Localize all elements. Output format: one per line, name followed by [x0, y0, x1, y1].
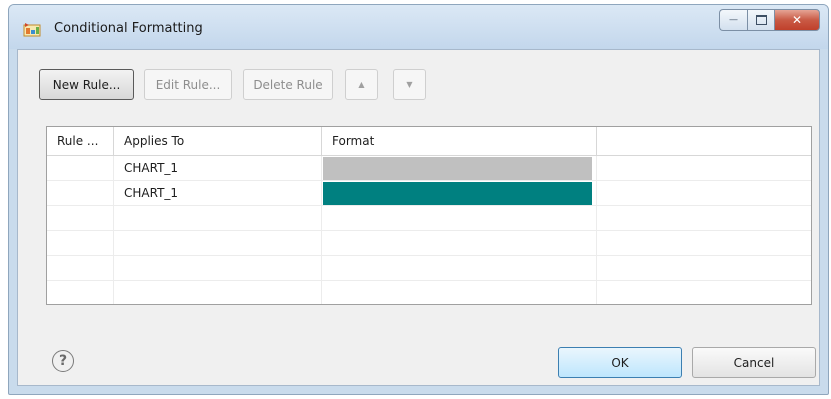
move-up-button[interactable]: ▲: [345, 69, 378, 100]
close-button[interactable]: ✕: [774, 9, 820, 31]
window-controls: — ✕: [719, 9, 820, 31]
empty-row: [47, 281, 811, 304]
ok-button[interactable]: OK: [558, 347, 682, 378]
edit-rule-button[interactable]: Edit Rule...: [144, 69, 232, 100]
empty-cell: [597, 156, 811, 180]
applies-to-cell: CHART_1: [114, 181, 322, 205]
format-cell: [322, 156, 597, 180]
maximize-icon: [755, 15, 767, 25]
table-header: Rule ... Applies To Format: [47, 127, 811, 156]
delete-rule-button[interactable]: Delete Rule: [243, 69, 333, 100]
format-color-swatch: [323, 157, 592, 180]
move-down-button[interactable]: ▼: [393, 69, 426, 100]
arrow-down-icon: ▼: [406, 80, 413, 89]
help-icon[interactable]: ?: [52, 350, 74, 372]
arrow-up-icon: ▲: [358, 80, 365, 89]
minimize-button[interactable]: —: [719, 9, 747, 31]
empty-row: [47, 231, 811, 256]
maximize-button[interactable]: [747, 9, 774, 31]
table-row[interactable]: CHART_1: [47, 156, 811, 181]
minimize-icon: —: [729, 15, 738, 25]
table-row[interactable]: CHART_1: [47, 181, 811, 206]
new-rule-button[interactable]: New Rule...: [39, 69, 134, 100]
rule-cell: [47, 156, 114, 180]
empty-cell: [597, 181, 811, 205]
column-header-applies-to[interactable]: Applies To: [114, 127, 322, 155]
title-bar[interactable]: Conditional Formatting — ✕: [9, 5, 828, 49]
format-cell: [322, 181, 597, 205]
dialog-content: New Rule... Edit Rule... Delete Rule ▲ ▼…: [17, 49, 820, 386]
column-header-format[interactable]: Format: [322, 127, 597, 155]
dialog-title: Conditional Formatting: [54, 21, 203, 36]
rule-cell: [47, 181, 114, 205]
cancel-button[interactable]: Cancel: [692, 347, 816, 378]
close-icon: ✕: [791, 13, 803, 27]
column-header-empty[interactable]: [597, 127, 811, 155]
empty-row: [47, 256, 811, 281]
column-header-rule[interactable]: Rule ...: [47, 127, 114, 155]
empty-row: [47, 206, 811, 231]
rules-table[interactable]: Rule ... Applies To Format CHART_1 CHART…: [46, 126, 812, 305]
applies-to-cell: CHART_1: [114, 156, 322, 180]
conditional-formatting-dialog: Conditional Formatting — ✕ New Rule... E…: [8, 4, 829, 395]
format-color-swatch: [323, 182, 592, 205]
conditional-formatting-icon: [23, 23, 41, 37]
